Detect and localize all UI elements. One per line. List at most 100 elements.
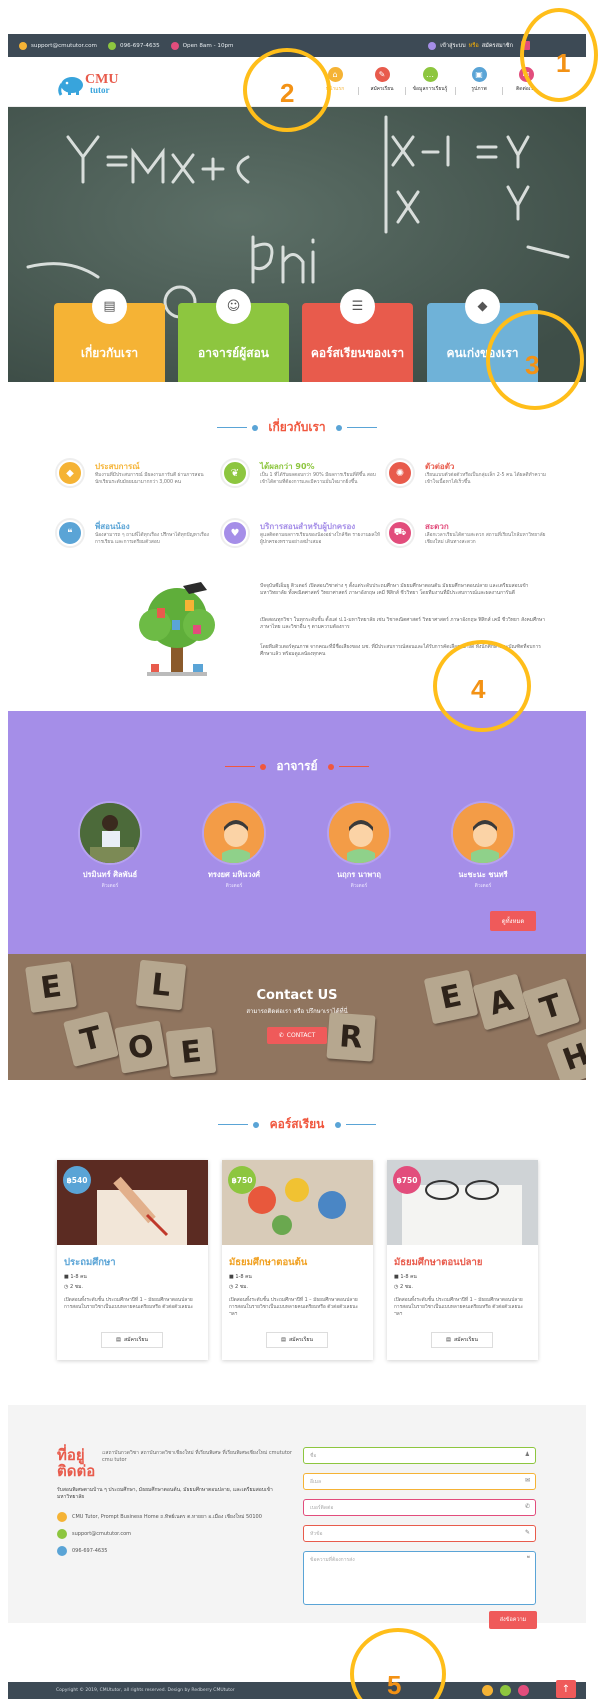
heading-decoration [225,765,256,768]
back-to-top-button[interactable]: ↑ [556,1680,576,1698]
heading-decoration [338,765,369,768]
map-pin-icon [57,1512,67,1522]
nav-item-gallery[interactable]: ▣ รูปภาพ [457,67,501,93]
hero-card-label: เกี่ยวกับเรา [80,346,139,360]
course-title: ประถมศึกษา [64,1257,116,1268]
email-placeholder: อีเมล [310,1478,322,1485]
facebook-icon[interactable] [482,1685,493,1696]
avatar [327,801,391,865]
enroll-button[interactable]: ▤ สมัครเรียน [101,1332,163,1348]
hero-card-teachers[interactable]: ☺ อาจารย์ผู้สอน [178,289,289,382]
teacher-card[interactable]: นะชะนะ ชนทรี ติวเตอร์ [438,801,528,890]
avatar [451,801,515,865]
message-textarea[interactable]: ข้อความที่ต้องการส่ง ❝ [303,1551,536,1605]
avatar-placeholder-icon [329,803,389,863]
nav-divider [502,87,503,95]
hero-card-about[interactable]: ▤ เกี่ยวกับเรา [54,289,165,382]
enroll-button[interactable]: ▤ สมัครเรียน [431,1332,493,1348]
feature-one-on-one: ✺ ตัวต่อตัว เรียนแบบตัวต่อตัวหรือเป็นกลุ… [387,460,547,510]
site-logo[interactable]: CMU tutor [58,72,138,96]
cart-icon: ▤ [116,1337,121,1343]
send-message-button[interactable]: ส่งข้อความ [489,1611,537,1629]
teachers-title: อาจารย์ [276,759,318,773]
teacher-role: ติวเตอร์ [350,883,368,889]
about-heading: เกี่ยวกับเรา [8,418,586,437]
contact-button[interactable]: ✆ CONTACT [267,1027,327,1044]
annotation-number: 3 [525,350,540,380]
course-card: ฿540 ประถมศึกษา ■ 1-8 คน ◷ 2 ชม. เปิดสอน… [57,1160,208,1360]
feature-mentoring: ❝ พี่สอนน้อง น้องสามารถ ๆ ถามพี่ได้ทุกเร… [57,520,217,570]
course-card: ฿750 มัธยมศึกษาตอนต้น ■ 1-8 คน ◷ 2 ชม. เ… [222,1160,373,1360]
name-input[interactable]: ชื่อ ♟ [303,1447,536,1464]
teacher-photo [80,803,140,863]
teacher-role: ติวเตอร์ [101,883,119,889]
contact-phone[interactable]: 096-697-4635 [57,1546,107,1556]
duration-value: 2 ชม. [69,1284,84,1290]
group-size-value: 1-8 คน [235,1274,252,1280]
hero-card-label: คอร์สเรียนของเรา [310,346,405,360]
teacher-card[interactable]: ปรมินทร์ ศิลพันธ์ ติวเตอร์ [65,801,155,890]
contact-address: CMU Tutor, Prompt Business Home ถ.ทิพย์เ… [57,1512,262,1522]
heading-decoration [218,1123,249,1126]
phone-text: 096-697-4635 [72,1548,108,1554]
contact-section: ที่อยู่ ติดต่อ ▫สถาบันกวดวิชา สถาบันกวดว… [8,1405,586,1629]
auth-separator: หรือ [468,42,479,49]
nav-item-enroll[interactable]: ✎ สมัครเรียน [360,67,404,93]
enroll-button[interactable]: ▤ สมัครเรียน [266,1332,328,1348]
teacher-name: นฤกร นาพาฤ [337,870,381,879]
youtube-icon[interactable] [518,1685,529,1696]
teachers-section: อาจารย์ ปรมินทร์ ศิลพันธ์ ติวเตอร์ ทรงยศ… [8,711,586,954]
login-link[interactable]: เข้าสู่ระบบ [440,42,465,50]
course-title: มัธยมศึกษาตอนปลาย [394,1257,483,1268]
teacher-card[interactable]: นฤกร นาพาฤ ติวเตอร์ [314,801,404,890]
pencil-icon: ✎ [374,67,390,82]
user-icon: ♟ [524,1451,530,1458]
leaf-icon: ❦ [222,460,248,486]
pencil-icon: ✎ [524,1529,530,1536]
course-desc: เปิดสอนทั้งระดับชั้น ประถมศึกษาปีที่ 1 –… [394,1298,524,1317]
cart-icon: ▤ [281,1337,286,1343]
teacher-card[interactable]: ทรงยศ มหินวงศ์ ติวเตอร์ [189,801,279,890]
annotation-number: 1 [556,48,571,78]
contact-title: ที่อยู่ ติดต่อ [57,1447,95,1479]
heading-dot [327,763,334,770]
heading-decoration [346,426,377,429]
topbar-email[interactable]: support@cmututor.com [19,41,97,50]
email-input[interactable]: อีเมล ✉ [303,1473,536,1490]
phone-icon: ✆ [524,1503,530,1510]
feature-desc: น้องสามารถ ๆ ถามพี่ได้ทุกเรื่อง ปรึกษาได… [95,533,209,545]
contact-title-line: ที่อยู่ [57,1446,85,1464]
course-desc: เปิดสอนทั้งระดับชั้น ประถมศึกษาปีที่ 1 –… [64,1298,194,1310]
topbar-phone[interactable]: 096-697-4635 [108,41,160,50]
feature-desc: เลือกเวลาเรียนได้ตามสะดวก สถานที่เรียนใก… [425,533,546,545]
heading-dot [335,424,342,431]
register-link[interactable]: สมัครสมาชิก [482,42,513,50]
nav-divider [455,87,456,95]
nav-label: รูปภาพ [471,86,487,92]
chat-bubble-icon: ❝ [57,520,83,546]
enroll-label: สมัครเรียน [288,1337,313,1343]
message-placeholder: ข้อความที่ต้องการส่ง [310,1557,355,1563]
line-icon[interactable] [500,1685,511,1696]
envelope-icon: ✉ [524,1477,530,1484]
duration-value: 2 ชม. [234,1284,249,1290]
subject-input[interactable]: หัวข้อ ✎ [303,1525,536,1542]
see-all-teachers-button[interactable]: ดูทั้งหมด [490,911,536,931]
annotation-number: 5 [387,1670,402,1699]
teacher-role: ติวเตอร์ [474,883,492,889]
image-alt-text: สถาบันกวดวิชา สถาบันกวดวิชาเชียงใหม่ ที่… [102,1450,292,1463]
feature-desc: เป็น 1 ที่ได้รับผลตอบกว่า 90% มีผลการเรี… [260,473,376,485]
courses-heading: คอร์สเรียน [8,1115,586,1134]
duration-value: 2 ชม. [399,1284,414,1290]
nav-item-info[interactable]: … ข้อมูลการเรียนรู้ [407,67,453,93]
hero-card-courses[interactable]: ☰ คอร์สเรียนของเรา [302,289,413,382]
avatar-placeholder-icon [453,803,513,863]
contact-email[interactable]: support@cmututor.com [57,1529,131,1539]
phone-input[interactable]: เบอร์ติดต่อ ✆ [303,1499,536,1516]
teacher-name: นะชะนะ ชนทรี [458,870,508,879]
cart-icon: ▤ [446,1337,451,1343]
clock-icon [170,41,179,50]
target-icon: ✺ [387,460,413,486]
banner-overlay [8,954,586,1080]
course-title: มัธยมศึกษาตอนต้น [229,1257,308,1268]
